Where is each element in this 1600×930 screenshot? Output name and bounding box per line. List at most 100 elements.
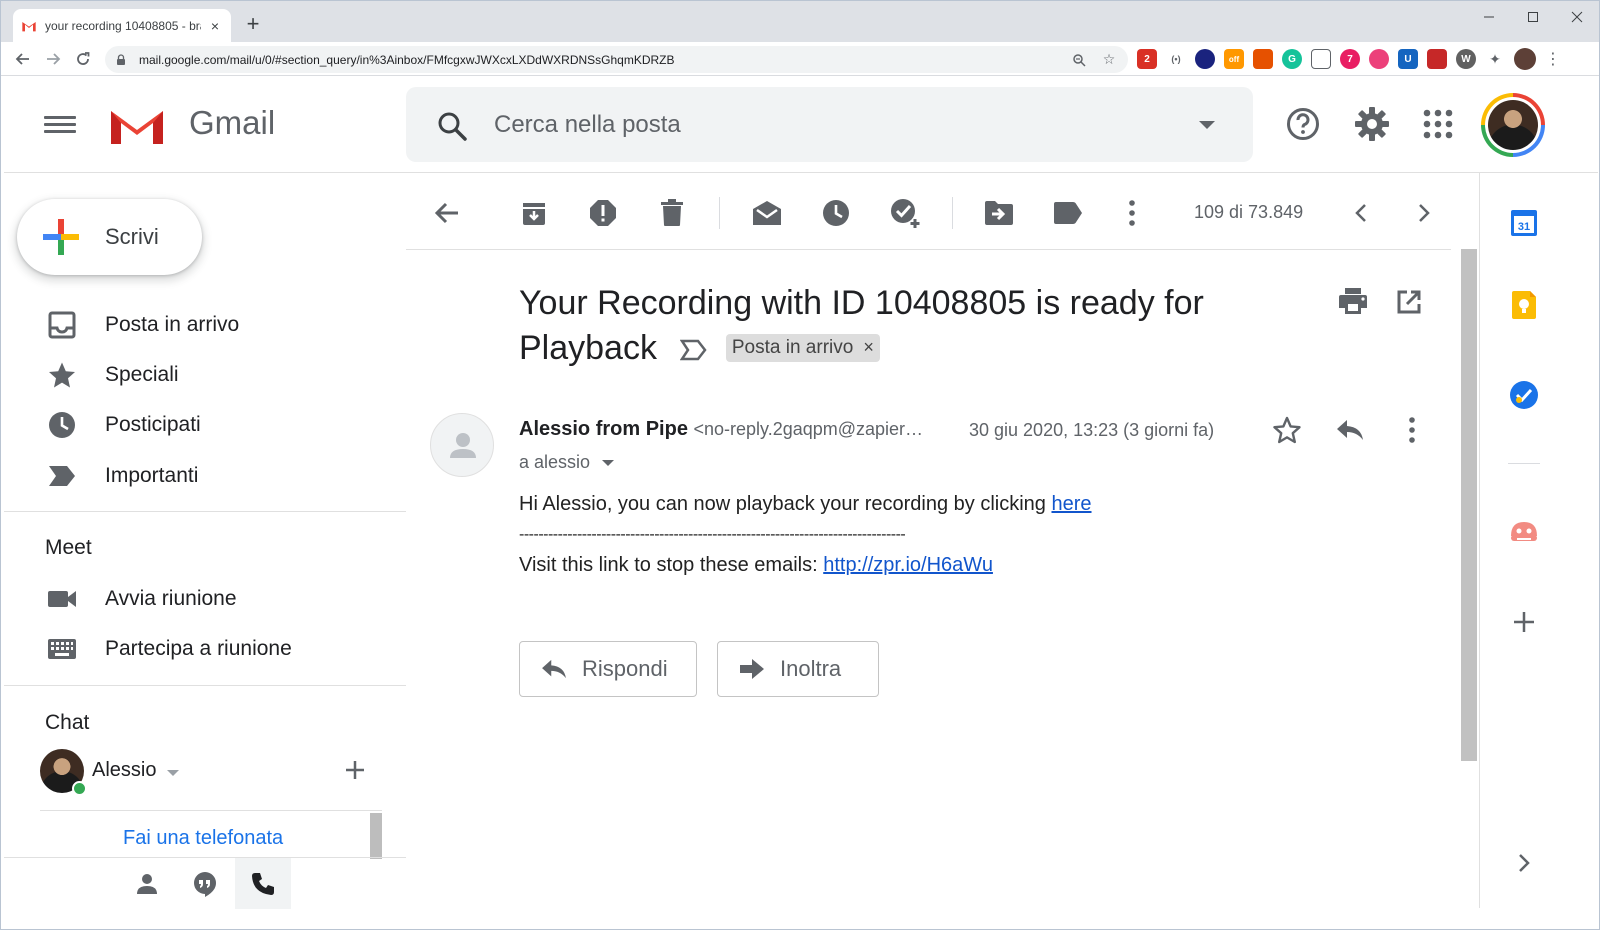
extension-grammarly-icon[interactable]: G xyxy=(1282,49,1302,69)
star-message-button[interactable] xyxy=(1271,414,1303,446)
older-button[interactable] xyxy=(1408,197,1440,229)
profile-avatar[interactable] xyxy=(1514,48,1536,70)
tab-contacts[interactable] xyxy=(119,858,175,909)
search-icon[interactable] xyxy=(436,110,468,142)
reply-button[interactable]: Rispondi xyxy=(519,641,697,697)
labels-button[interactable] xyxy=(1052,197,1084,229)
sidebar-item-important[interactable]: Importanti xyxy=(4,451,406,501)
sidebar-item-inbox[interactable]: Posta in arrivo xyxy=(4,300,406,350)
tasks-addon-button[interactable] xyxy=(1508,379,1540,411)
plus-icon xyxy=(1514,612,1534,632)
inbox-label-chip[interactable]: Posta in arrivo × xyxy=(725,333,880,362)
address-bar[interactable]: mail.google.com/mail/u/0/#section_query/… xyxy=(105,46,1128,73)
online-status-icon xyxy=(72,781,87,796)
extension-coupon-icon[interactable]: off xyxy=(1224,49,1244,69)
gmail-wordmark[interactable]: Gmail xyxy=(189,104,275,142)
extension-adblock-icon[interactable]: 2 xyxy=(1137,49,1157,69)
extension-target-icon[interactable]: 7 xyxy=(1340,49,1360,69)
message-more-button[interactable] xyxy=(1396,414,1428,446)
settings-button[interactable] xyxy=(1353,105,1391,143)
keep-addon-button[interactable] xyxy=(1508,289,1540,321)
reply-icon-button[interactable] xyxy=(1334,414,1366,446)
archive-button[interactable] xyxy=(518,197,550,229)
hide-side-panel-button[interactable] xyxy=(1508,847,1540,879)
gmail-logo-icon[interactable] xyxy=(107,103,167,148)
hangouts-icon xyxy=(194,871,216,897)
sidebar-item-starred[interactable]: Speciali xyxy=(4,350,406,400)
mark-unread-button[interactable] xyxy=(751,197,783,229)
compose-button[interactable]: Scrivi xyxy=(17,199,202,275)
extension-u-icon[interactable]: U xyxy=(1398,49,1418,69)
make-call-link[interactable]: Fai una telefonata xyxy=(123,827,283,850)
chat-user[interactable]: Alessio xyxy=(40,749,380,796)
get-addons-button[interactable] xyxy=(1508,606,1540,638)
forward-button[interactable]: Inoltra xyxy=(717,641,879,697)
star-icon xyxy=(46,359,78,391)
more-actions-button[interactable] xyxy=(1116,197,1148,229)
reload-button[interactable] xyxy=(71,47,95,71)
new-tab-button[interactable]: + xyxy=(241,12,265,36)
delete-button[interactable] xyxy=(656,197,688,229)
message-scrollbar[interactable] xyxy=(1461,249,1477,761)
maximize-button[interactable] xyxy=(1511,1,1555,33)
gmail-favicon-icon xyxy=(22,21,36,31)
print-all-button[interactable] xyxy=(1338,287,1370,319)
help-icon xyxy=(1287,108,1319,140)
remove-label-button[interactable]: × xyxy=(863,325,874,370)
add-to-tasks-button[interactable] xyxy=(889,197,921,229)
extension-wordpress-icon[interactable]: W xyxy=(1456,49,1476,69)
forward-button[interactable] xyxy=(41,47,65,71)
calendar-addon-button[interactable]: 31 xyxy=(1508,207,1540,239)
chat-status-dropdown-icon[interactable] xyxy=(167,770,179,776)
snooze-button[interactable] xyxy=(820,197,852,229)
extension-metamask-icon[interactable] xyxy=(1253,49,1273,69)
extension-pink-icon[interactable] xyxy=(1369,49,1389,69)
extensions-puzzle-icon[interactable]: ✦ xyxy=(1485,49,1505,69)
recipient-details[interactable]: a alessio xyxy=(519,452,615,473)
browser-tab[interactable]: your recording 10408805 - bralc × xyxy=(13,9,231,42)
sidebar-item-join-meeting[interactable]: Partecipa a riunione xyxy=(4,624,406,674)
extension-red-icon[interactable] xyxy=(1427,49,1447,69)
apps-button[interactable] xyxy=(1419,105,1457,143)
extension-drop-icon[interactable] xyxy=(1195,49,1215,69)
new-chat-button[interactable] xyxy=(344,755,366,789)
close-window-button[interactable] xyxy=(1555,1,1599,33)
main-menu-button[interactable] xyxy=(44,112,76,138)
extension-broadcast-icon[interactable]: (•) xyxy=(1166,49,1186,69)
window-controls xyxy=(1467,1,1599,33)
move-to-button[interactable] xyxy=(983,197,1015,229)
bookmark-star-icon[interactable]: ☆ xyxy=(1100,51,1118,69)
tab-conversations[interactable] xyxy=(177,858,233,909)
browser-menu-icon[interactable]: ⋮ xyxy=(1545,49,1561,69)
account-avatar[interactable] xyxy=(1481,93,1545,157)
svg-text:31: 31 xyxy=(1518,221,1530,233)
zoom-icon[interactable] xyxy=(1070,51,1088,69)
open-new-window-button[interactable] xyxy=(1396,289,1424,317)
minimize-button[interactable] xyxy=(1467,1,1511,33)
sender-avatar[interactable] xyxy=(430,413,494,477)
sidebar-divider xyxy=(4,511,406,512)
side-panel-divider xyxy=(1508,463,1540,464)
tab-close-button[interactable]: × xyxy=(207,18,223,34)
search-bar xyxy=(406,87,1253,162)
playback-link[interactable]: here xyxy=(1051,493,1091,515)
inbox-icon xyxy=(46,309,78,341)
help-button[interactable] xyxy=(1284,105,1322,143)
report-spam-button[interactable] xyxy=(587,197,619,229)
back-to-inbox-button[interactable] xyxy=(431,197,463,229)
back-button[interactable] xyxy=(11,47,35,71)
recipient-dropdown-icon[interactable] xyxy=(602,459,615,466)
search-input[interactable] xyxy=(494,107,1174,143)
unsubscribe-link[interactable]: http://zpr.io/H6aWu xyxy=(823,554,993,576)
reply-icon xyxy=(1337,420,1363,440)
sidebar-item-start-meeting[interactable]: Avvia riunione xyxy=(4,574,406,624)
search-options-icon[interactable] xyxy=(1199,121,1215,129)
sender-name[interactable]: Alessio from Pipe xyxy=(519,418,688,440)
importance-marker-icon[interactable] xyxy=(680,339,708,361)
newer-button[interactable] xyxy=(1345,197,1377,229)
tab-phone[interactable] xyxy=(235,858,291,909)
chat-scrollbar[interactable] xyxy=(370,813,382,859)
extension-crop-icon[interactable] xyxy=(1311,49,1331,69)
sidebar-item-snoozed[interactable]: Posticipati xyxy=(4,400,406,450)
addon-robot-button[interactable] xyxy=(1508,516,1540,548)
